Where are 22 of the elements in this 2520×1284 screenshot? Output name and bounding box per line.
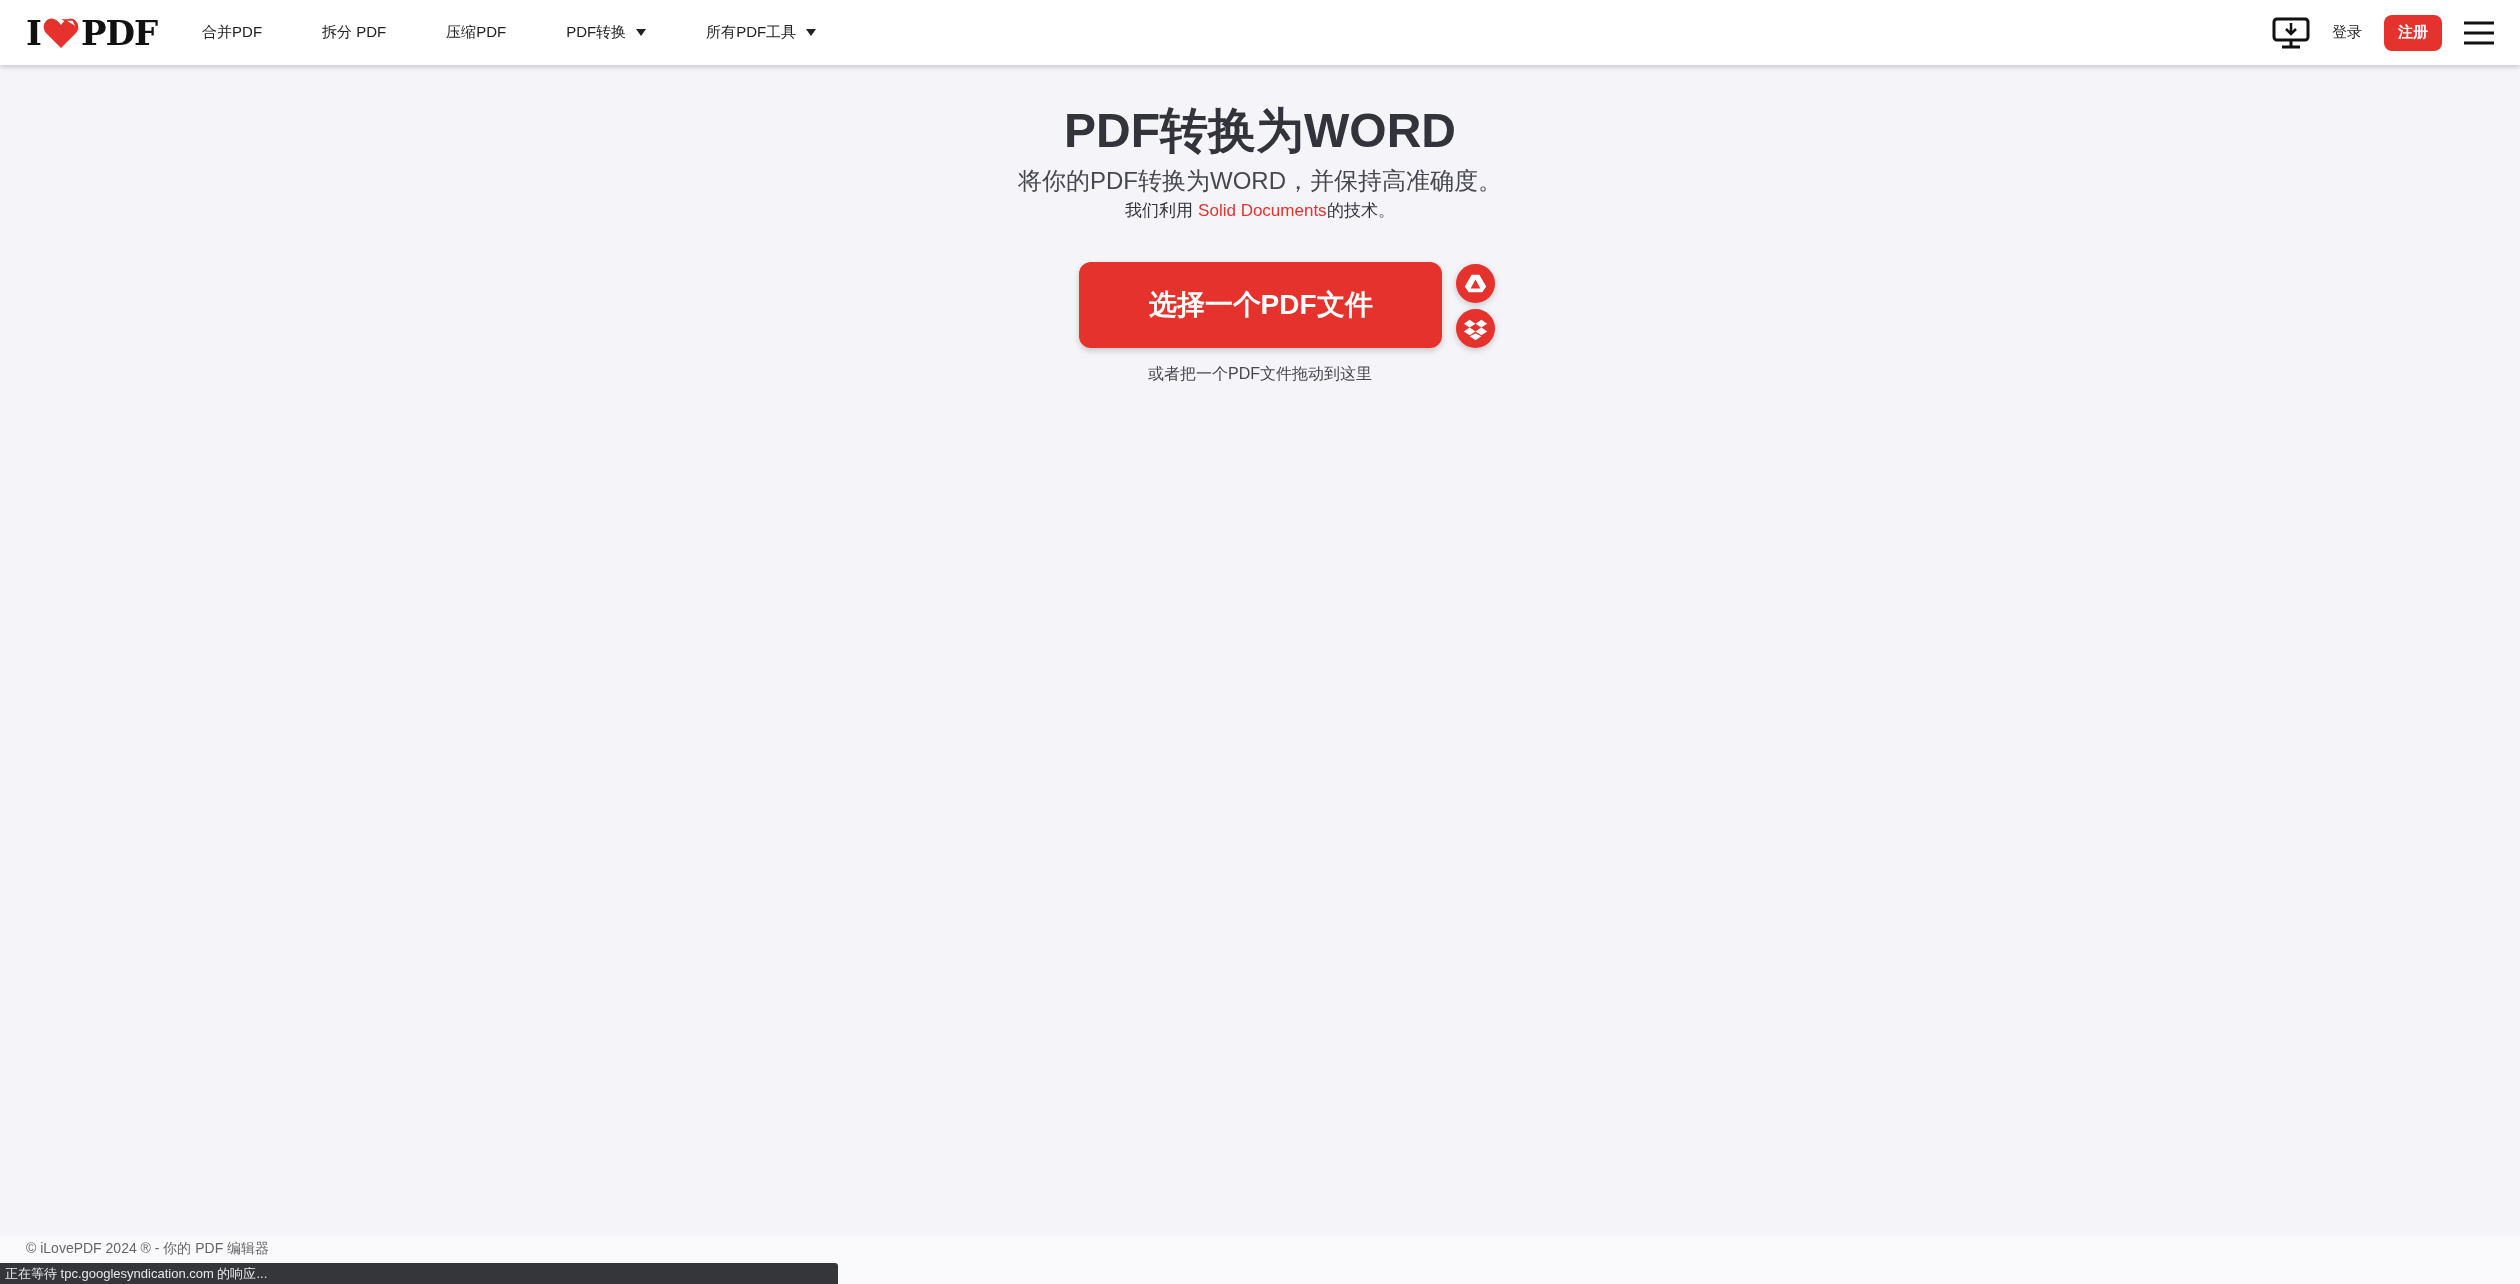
tech-note: 我们利用 Solid Documents的技术。	[1125, 200, 1395, 222]
tech-link[interactable]: Solid Documents	[1198, 201, 1327, 220]
nav-dropdown[interactable]: 所有PDF工具	[706, 15, 817, 50]
page-title: PDF转换为WORD	[1064, 103, 1456, 159]
nav-link[interactable]: 合并PDF	[202, 15, 263, 50]
copyright-text: © iLovePDF 2024 ® - 你的 PDF 编辑器	[26, 1240, 270, 1256]
nav-link[interactable]: 压缩PDF	[446, 15, 507, 50]
signup-button[interactable]: 注册	[2384, 14, 2442, 51]
login-link[interactable]: 登录	[2332, 23, 2362, 42]
menu-icon[interactable]	[2464, 20, 2494, 45]
dropbox-icon[interactable]	[1456, 309, 1495, 348]
heart-icon	[42, 15, 79, 50]
upload-button[interactable]: 选择一个PDF文件	[1079, 262, 1442, 348]
nav-dropdown[interactable]: PDF转换	[566, 15, 647, 50]
page-subtitle: 将你的PDF转换为WORD，并保持高准确度。	[1018, 166, 1502, 196]
drive-icon[interactable]	[1456, 264, 1495, 303]
nav-link[interactable]: 拆分 PDF	[322, 15, 387, 50]
drop-hint: 或者把一个PDF文件拖动到这里	[1148, 364, 1372, 384]
status-bar: 正在等待 tpc.googlesyndication.com 的响应...	[0, 1263, 838, 1284]
desktop-download-icon[interactable]	[2272, 16, 2310, 49]
logo-wordmark: PDF	[80, 12, 158, 53]
logo-letter: I	[26, 12, 41, 53]
